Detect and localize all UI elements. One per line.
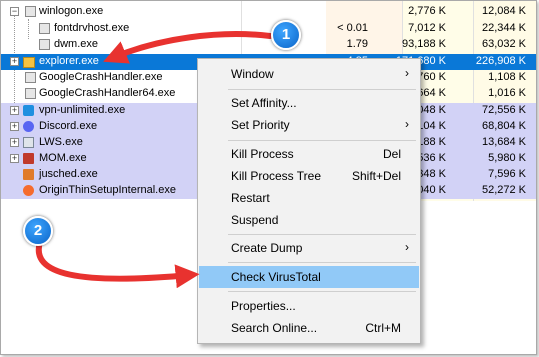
step-badge-1: 1 xyxy=(271,20,301,50)
step-badge-2: 2 xyxy=(23,216,53,246)
arrow-to-check-virustotal xyxy=(35,239,200,289)
arrow-to-explorer xyxy=(103,31,273,64)
annotation-arrows xyxy=(35,31,273,289)
